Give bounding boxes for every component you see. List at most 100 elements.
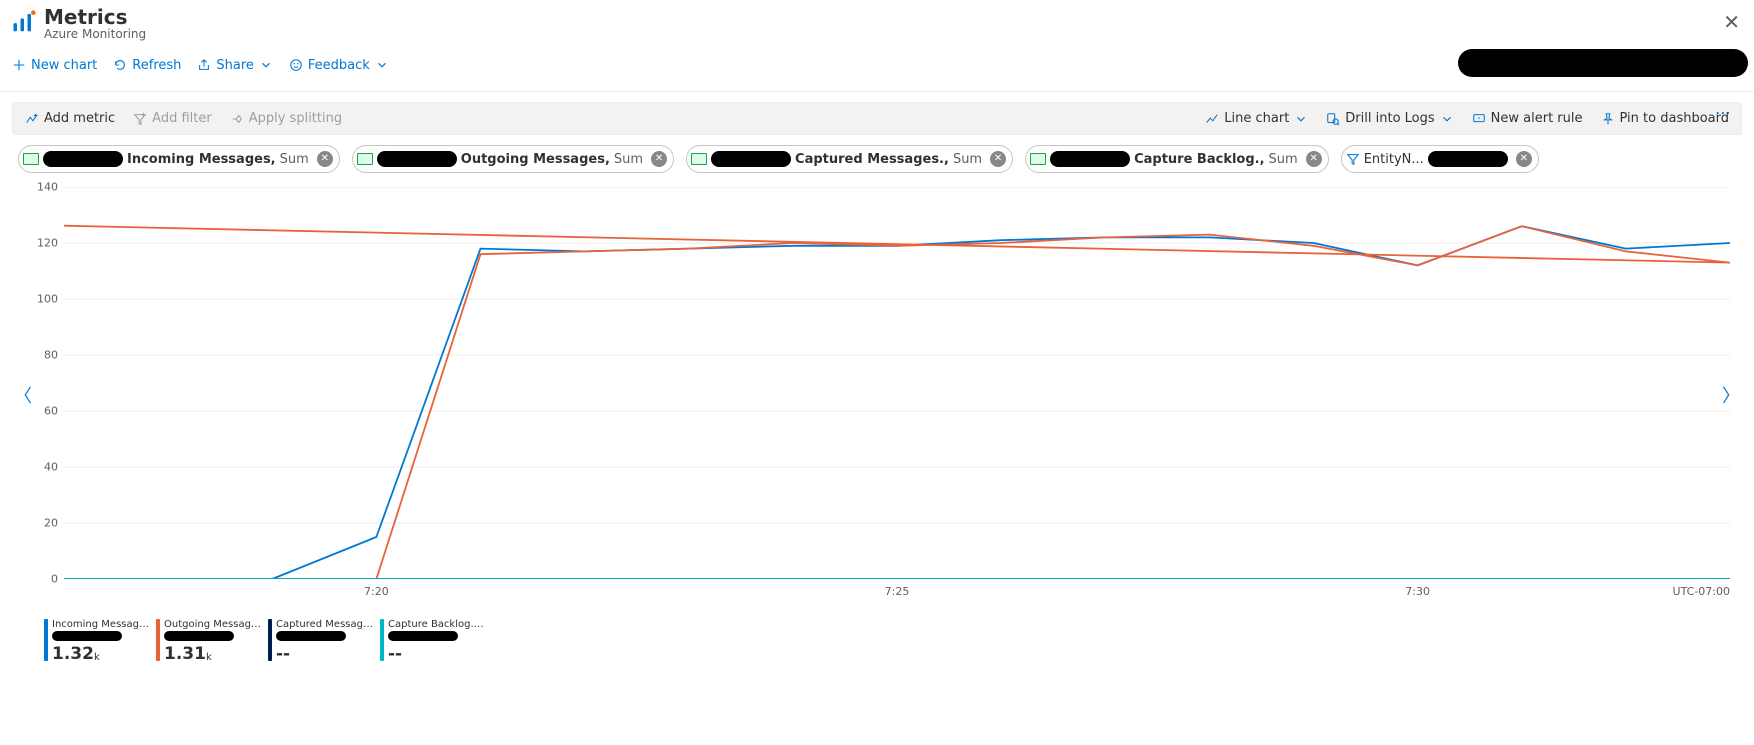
filter-field: EntityN...	[1364, 152, 1424, 167]
legend-color-bar	[380, 619, 384, 661]
resource-icon	[23, 153, 39, 165]
y-tick: 20	[18, 517, 58, 530]
pill-metric-label: Incoming Messages,	[127, 152, 276, 167]
header: Metrics Azure Monitoring	[0, 0, 1754, 43]
pill-metric-label: Capture Backlog.,	[1134, 152, 1264, 167]
redacted-resource	[388, 631, 458, 641]
filter-icon	[133, 112, 147, 126]
plus-icon	[12, 58, 26, 72]
chart-command-bar: Add metric Add filter Apply splitting Li…	[12, 102, 1742, 135]
legend-value: 1.32k	[52, 644, 150, 664]
redacted-resource	[711, 151, 791, 167]
remove-pill-button[interactable]: ✕	[317, 151, 333, 167]
remove-pill-button[interactable]: ✕	[990, 151, 1006, 167]
page-title: Metrics	[44, 6, 146, 28]
metric-pill[interactable]: Outgoing Messages, Sum ✕	[352, 145, 674, 173]
toolbar: New chart Refresh Share Feedback	[0, 43, 1754, 92]
redacted-resource	[52, 631, 122, 641]
resource-icon	[1030, 153, 1046, 165]
redacted-resource	[164, 631, 234, 641]
share-icon	[197, 58, 211, 72]
legend-color-bar	[268, 619, 272, 661]
resource-icon	[357, 153, 373, 165]
feedback-button[interactable]: Feedback	[283, 54, 395, 77]
new-chart-button[interactable]: New chart	[6, 54, 103, 77]
new-chart-label: New chart	[31, 58, 97, 73]
chevron-down-icon	[1440, 112, 1454, 126]
chart: 〈 〉 0204060801001201407:207:257:30UTC-07…	[12, 175, 1742, 615]
plot-area[interactable]: 0204060801001201407:207:257:30UTC-07:00	[64, 187, 1730, 579]
more-actions-button[interactable]: ⋯	[1715, 103, 1731, 122]
pill-aggregation: Sum	[1269, 152, 1298, 167]
x-tick: 7:25	[885, 585, 910, 598]
legend-item[interactable]: Captured Messages. (...--	[268, 619, 374, 664]
metric-pill[interactable]: Incoming Messages, Sum ✕	[18, 145, 340, 173]
chart-type-button[interactable]: Line chart	[1201, 109, 1312, 128]
x-tick: 7:30	[1405, 585, 1430, 598]
add-filter-button[interactable]: Add filter	[129, 109, 216, 128]
new-alert-button[interactable]: New alert rule	[1468, 109, 1587, 128]
y-tick: 60	[18, 405, 58, 418]
metric-pill[interactable]: Capture Backlog., Sum ✕	[1025, 145, 1329, 173]
filter-pill[interactable]: EntityN... ✕	[1341, 145, 1539, 173]
chart-type-label: Line chart	[1224, 111, 1289, 126]
apply-splitting-label: Apply splitting	[249, 111, 342, 126]
chevron-down-icon	[375, 58, 389, 72]
refresh-label: Refresh	[132, 58, 181, 73]
refresh-button[interactable]: Refresh	[107, 54, 187, 77]
redacted-resource	[377, 151, 457, 167]
metric-pills: Incoming Messages, Sum✕Outgoing Messages…	[0, 135, 1754, 173]
pin-icon	[1601, 112, 1615, 126]
pin-dashboard-button[interactable]: Pin to dashboard	[1597, 109, 1734, 128]
y-tick: 40	[18, 461, 58, 474]
timezone-label: UTC-07:00	[1673, 585, 1730, 598]
refresh-icon	[113, 58, 127, 72]
legend-title: Incoming Messages (Sum)	[52, 619, 150, 630]
remove-pill-button[interactable]: ✕	[651, 151, 667, 167]
drill-logs-button[interactable]: Drill into Logs	[1322, 109, 1457, 128]
new-alert-label: New alert rule	[1491, 111, 1583, 126]
y-tick: 140	[18, 181, 58, 194]
legend-color-bar	[44, 619, 48, 661]
legend: Incoming Messages (Sum) 1.32k Outgoing Mes…	[0, 615, 1754, 664]
alert-icon	[1472, 112, 1486, 126]
y-tick: 0	[18, 573, 58, 586]
legend-item[interactable]: Incoming Messages (Sum) 1.32k	[44, 619, 150, 664]
pill-aggregation: Sum	[280, 152, 309, 167]
linechart-icon	[1205, 112, 1219, 126]
remove-pill-button[interactable]: ✕	[1516, 151, 1532, 167]
chevron-down-icon	[1294, 112, 1308, 126]
filter-icon	[1346, 152, 1360, 166]
legend-item[interactable]: Outgoing Messages (Sum 1.31k	[156, 619, 262, 664]
feedback-label: Feedback	[308, 58, 370, 73]
y-tick: 80	[18, 349, 58, 362]
metric-pill[interactable]: Captured Messages., Sum✕	[686, 145, 1013, 173]
legend-title: Capture Backlog. (Sum)	[388, 619, 486, 630]
pill-aggregation: Sum	[614, 152, 643, 167]
share-button[interactable]: Share	[191, 54, 279, 77]
apply-splitting-button[interactable]: Apply splitting	[226, 109, 346, 128]
add-metric-icon	[25, 112, 39, 126]
legend-value: 1.31k	[164, 644, 262, 664]
y-tick: 100	[18, 293, 58, 306]
chevron-down-icon	[259, 58, 273, 72]
legend-title: Outgoing Messages (Sum	[164, 619, 262, 630]
redacted-filter-value	[1428, 151, 1508, 167]
logs-icon	[1326, 112, 1340, 126]
legend-item[interactable]: Capture Backlog. (Sum)--	[380, 619, 486, 664]
close-button[interactable]: ✕	[1723, 12, 1740, 32]
redacted-resource	[43, 151, 123, 167]
redacted-resource	[276, 631, 346, 641]
legend-color-bar	[156, 619, 160, 661]
pill-metric-label: Outgoing Messages,	[461, 152, 610, 167]
add-filter-label: Add filter	[152, 111, 212, 126]
add-metric-label: Add metric	[44, 111, 115, 126]
pill-metric-label: Captured Messages.,	[795, 152, 949, 167]
legend-value: --	[276, 644, 374, 664]
x-tick: 7:20	[364, 585, 389, 598]
add-metric-button[interactable]: Add metric	[21, 109, 119, 128]
metrics-icon	[10, 8, 38, 36]
redacted-resource	[1050, 151, 1130, 167]
remove-pill-button[interactable]: ✕	[1306, 151, 1322, 167]
y-tick: 120	[18, 237, 58, 250]
